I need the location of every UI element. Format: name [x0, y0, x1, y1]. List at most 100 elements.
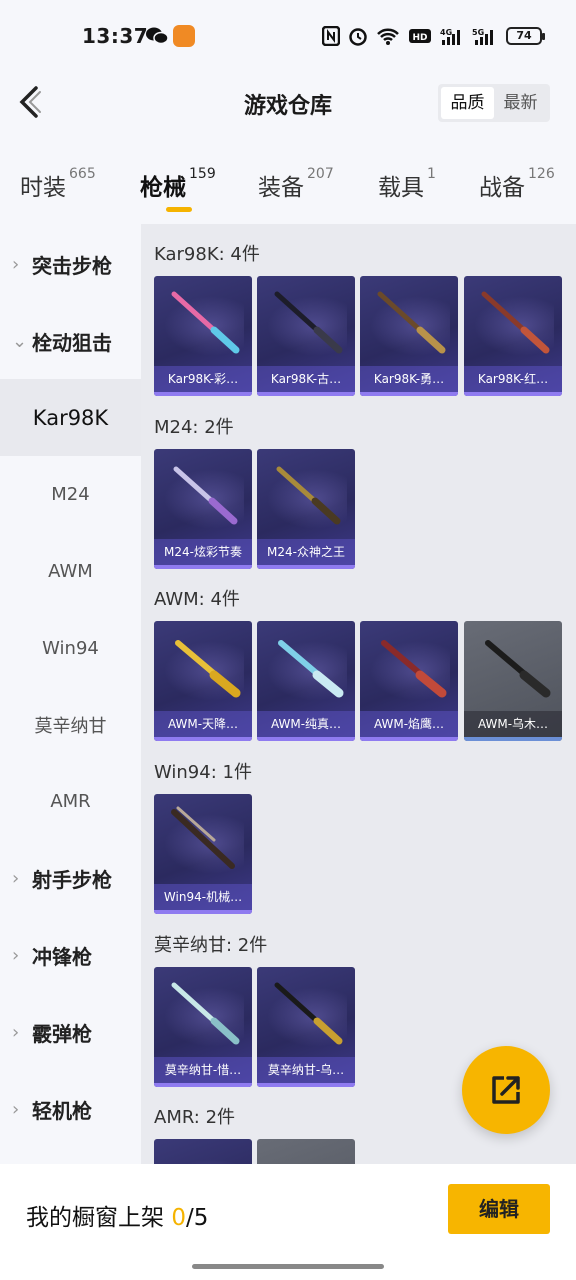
sidebar-item-lmg[interactable]: › 轻机枪	[0, 1071, 141, 1148]
rifle-icon	[485, 640, 551, 698]
skin-card[interactable]: AWM-乌木…	[464, 621, 562, 741]
tab-vehicles[interactable]: 载具1	[378, 166, 436, 202]
tab-count: 126	[528, 166, 555, 182]
showcase-label: 我的橱窗上架 0/5	[26, 1198, 208, 1232]
skin-name: 莫辛纳甘-乌…	[257, 1057, 355, 1083]
svg-text:4G: 4G	[440, 28, 452, 37]
edit-button[interactable]: 编辑	[448, 1184, 550, 1234]
tab-count: 1	[427, 166, 436, 182]
tab-count: 159	[189, 166, 216, 182]
sidebar-item-awm[interactable]: AWM	[0, 533, 141, 610]
tab-label: 战备	[479, 175, 525, 201]
fox-app-icon	[173, 25, 195, 47]
sort-toggle: 品质 最新	[438, 84, 550, 122]
hd-icon: HD	[409, 29, 431, 43]
tab-count: 207	[307, 166, 334, 182]
group-title-mosin: 莫辛纳甘: 2件	[154, 935, 268, 956]
skin-name: Kar98K-彩…	[154, 366, 252, 392]
rifle-icon	[278, 640, 344, 698]
alarm-icon	[349, 28, 367, 46]
group-title-win94: Win94: 1件	[154, 762, 252, 783]
tab-label: 时装	[20, 175, 66, 201]
active-tab-indicator	[166, 207, 192, 212]
home-indicator[interactable]	[192, 1264, 384, 1269]
sidebar-item-mosin[interactable]: 莫辛纳甘	[0, 686, 141, 763]
skin-card[interactable]	[154, 1139, 252, 1164]
skin-card[interactable]: AWM-纯真…	[257, 621, 355, 741]
sidebar-item-label: 射手步枪	[32, 868, 112, 892]
skin-card[interactable]: Kar98K-彩…	[154, 276, 252, 396]
share-button[interactable]	[462, 1046, 550, 1134]
sidebar-item-label: 轻机枪	[32, 1099, 92, 1123]
rifle-icon	[171, 291, 240, 354]
skin-card[interactable]: Kar98K-红…	[464, 276, 562, 396]
battery-icon: 74	[506, 27, 545, 45]
sidebar-item-label: 霰弹枪	[32, 1022, 92, 1046]
rifle-icon	[175, 640, 241, 698]
sidebar-item-label: 冲锋枪	[32, 945, 92, 969]
svg-text:5G: 5G	[472, 28, 484, 37]
tab-guns[interactable]: 枪械159	[140, 166, 216, 202]
group-title-kar98k: Kar98K: 4件	[154, 244, 260, 265]
rifle-icon	[171, 806, 235, 869]
sidebar-item-label: 突击步枪	[32, 254, 112, 278]
sidebar-item-marksman-rifle[interactable]: › 射手步枪	[0, 840, 141, 917]
tab-supplies[interactable]: 战备126	[479, 166, 555, 202]
skin-card[interactable]: Win94-机械…	[154, 794, 252, 914]
showcase-total: /5	[185, 1205, 209, 1231]
sidebar-item-label: 栓动狙击	[32, 331, 112, 355]
sort-quality-button[interactable]: 品质	[441, 87, 494, 119]
sort-latest-button[interactable]: 最新	[494, 87, 547, 119]
tab-label: 载具	[378, 175, 424, 201]
skin-card[interactable]: AWM-天降…	[154, 621, 252, 741]
group-title-m24: M24: 2件	[154, 417, 234, 438]
rifle-icon	[377, 291, 446, 354]
chevron-right-icon: ›	[12, 868, 20, 889]
skin-card[interactable]: AWM-焰鹰…	[360, 621, 458, 741]
wifi-icon	[377, 28, 399, 45]
nfc-icon	[322, 26, 340, 46]
tab-label: 装备	[258, 175, 304, 201]
skin-card[interactable]: M24-众神之王	[257, 449, 355, 569]
skin-name: AWM-纯真…	[257, 711, 355, 737]
skin-name: AWM-天降…	[154, 711, 252, 737]
group-title-amr: AMR: 2件	[154, 1107, 236, 1128]
chevron-right-icon: ›	[12, 945, 20, 966]
sidebar-item-smg[interactable]: › 冲锋枪	[0, 917, 141, 994]
sidebar-item-win94[interactable]: Win94	[0, 610, 141, 687]
rifle-icon	[276, 466, 341, 525]
group-title-awm: AWM: 4件	[154, 589, 240, 610]
bottom-bar: 我的橱窗上架 0/5 编辑	[0, 1164, 576, 1280]
sidebar-item-m24[interactable]: M24	[0, 456, 141, 533]
chevron-down-icon: ⌄	[12, 331, 28, 352]
tab-fashion[interactable]: 时装665	[20, 166, 96, 202]
header: 游戏仓库 品质 最新	[0, 64, 576, 144]
svg-text:HD: HD	[412, 33, 427, 43]
skin-name: Kar98K-红…	[464, 366, 562, 392]
showcase-count: 0	[171, 1205, 186, 1231]
sidebar-item-amr[interactable]: AMR	[0, 763, 141, 840]
skin-name: Win94-机械…	[154, 884, 252, 910]
skin-name: AWM-乌木…	[464, 711, 562, 737]
skin-card[interactable]: 莫辛纳甘-乌…	[257, 967, 355, 1087]
showcase-text: 我的橱窗上架	[26, 1205, 164, 1231]
status-bar: 13:37 HD 4G 5G 74	[0, 0, 576, 64]
wechat-icon	[146, 27, 168, 45]
sidebar-item-shotgun[interactable]: › 霰弹枪	[0, 994, 141, 1071]
category-tabs: 时装665 枪械159 装备207 载具1 战备126	[0, 144, 576, 224]
skin-name: 莫辛纳甘-惜…	[154, 1057, 252, 1083]
skin-card[interactable]: Kar98K-勇…	[360, 276, 458, 396]
tab-equipment[interactable]: 装备207	[258, 166, 334, 202]
rifle-icon	[171, 982, 240, 1045]
sidebar-item-kar98k[interactable]: Kar98K	[0, 379, 141, 456]
rifle-icon	[173, 466, 238, 525]
skin-card[interactable]	[257, 1139, 355, 1164]
weapon-type-sidebar: › 突击步枪 ⌄ 栓动狙击 Kar98K M24 AWM Win94 莫辛纳甘 AM…	[0, 224, 141, 1164]
skin-card[interactable]: Kar98K-古…	[257, 276, 355, 396]
sidebar-item-assault-rifle[interactable]: › 突击步枪	[0, 226, 141, 303]
skin-card[interactable]: M24-炫彩节奏	[154, 449, 252, 569]
signal-5g-icon: 5G	[472, 28, 493, 45]
sidebar-item-bolt-sniper[interactable]: ⌄ 栓动狙击	[0, 303, 141, 380]
chevron-right-icon: ›	[12, 254, 20, 275]
skin-card[interactable]: 莫辛纳甘-惜…	[154, 967, 252, 1087]
